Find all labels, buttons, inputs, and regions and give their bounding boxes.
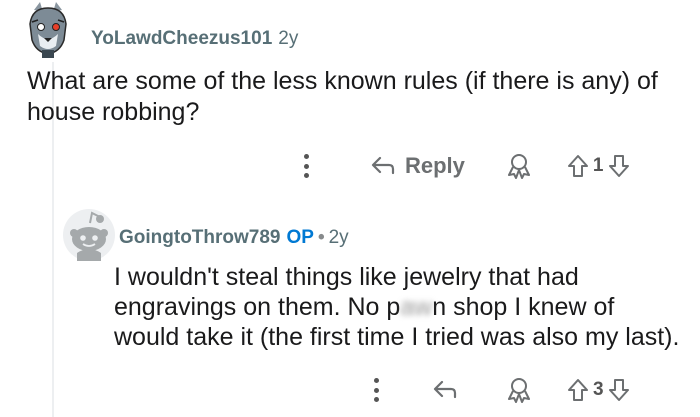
vote-count: 1 bbox=[592, 155, 604, 176]
comment-body: I wouldn't steal things like jewelry tha… bbox=[114, 262, 684, 352]
censored-text: aw bbox=[400, 293, 433, 321]
award-icon[interactable] bbox=[505, 377, 533, 403]
reply-button[interactable]: Reply bbox=[369, 153, 465, 179]
reply-arrow-icon bbox=[371, 156, 395, 175]
default-snoo-avatar-icon[interactable] bbox=[63, 209, 115, 261]
username-link[interactable]: YoLawdCheezus101 bbox=[91, 28, 272, 49]
kebab-menu-icon[interactable] bbox=[369, 375, 383, 405]
downvote-arrow-icon[interactable] bbox=[608, 154, 630, 178]
comment-age: 2y bbox=[278, 28, 299, 49]
comment-author-line: YoLawdCheezus101 2y bbox=[91, 28, 298, 50]
upvote-arrow-icon[interactable] bbox=[567, 378, 589, 402]
kebab-menu-icon[interactable] bbox=[299, 151, 313, 181]
comment-actions: 3 bbox=[369, 372, 630, 408]
comment-body: What are some of the less known rules (i… bbox=[27, 67, 658, 126]
wolf-avatar-icon[interactable] bbox=[18, 0, 78, 60]
upvote-arrow-icon[interactable] bbox=[567, 154, 589, 178]
op-badge: OP bbox=[286, 227, 314, 248]
separator-dot: • bbox=[317, 227, 325, 248]
reply-label: Reply bbox=[405, 153, 465, 178]
downvote-arrow-icon[interactable] bbox=[608, 378, 630, 402]
vote-count: 3 bbox=[593, 379, 604, 400]
comment-actions: Reply 1 bbox=[299, 148, 630, 184]
reply-arrow-icon bbox=[433, 380, 457, 399]
username-link[interactable]: GoingtoThrow789 bbox=[119, 227, 281, 248]
award-icon[interactable] bbox=[505, 153, 533, 179]
reply-button[interactable] bbox=[431, 379, 467, 401]
comment-author-line: GoingtoThrow789 OP • 2y bbox=[119, 227, 349, 249]
comment-age: 2y bbox=[328, 227, 349, 248]
